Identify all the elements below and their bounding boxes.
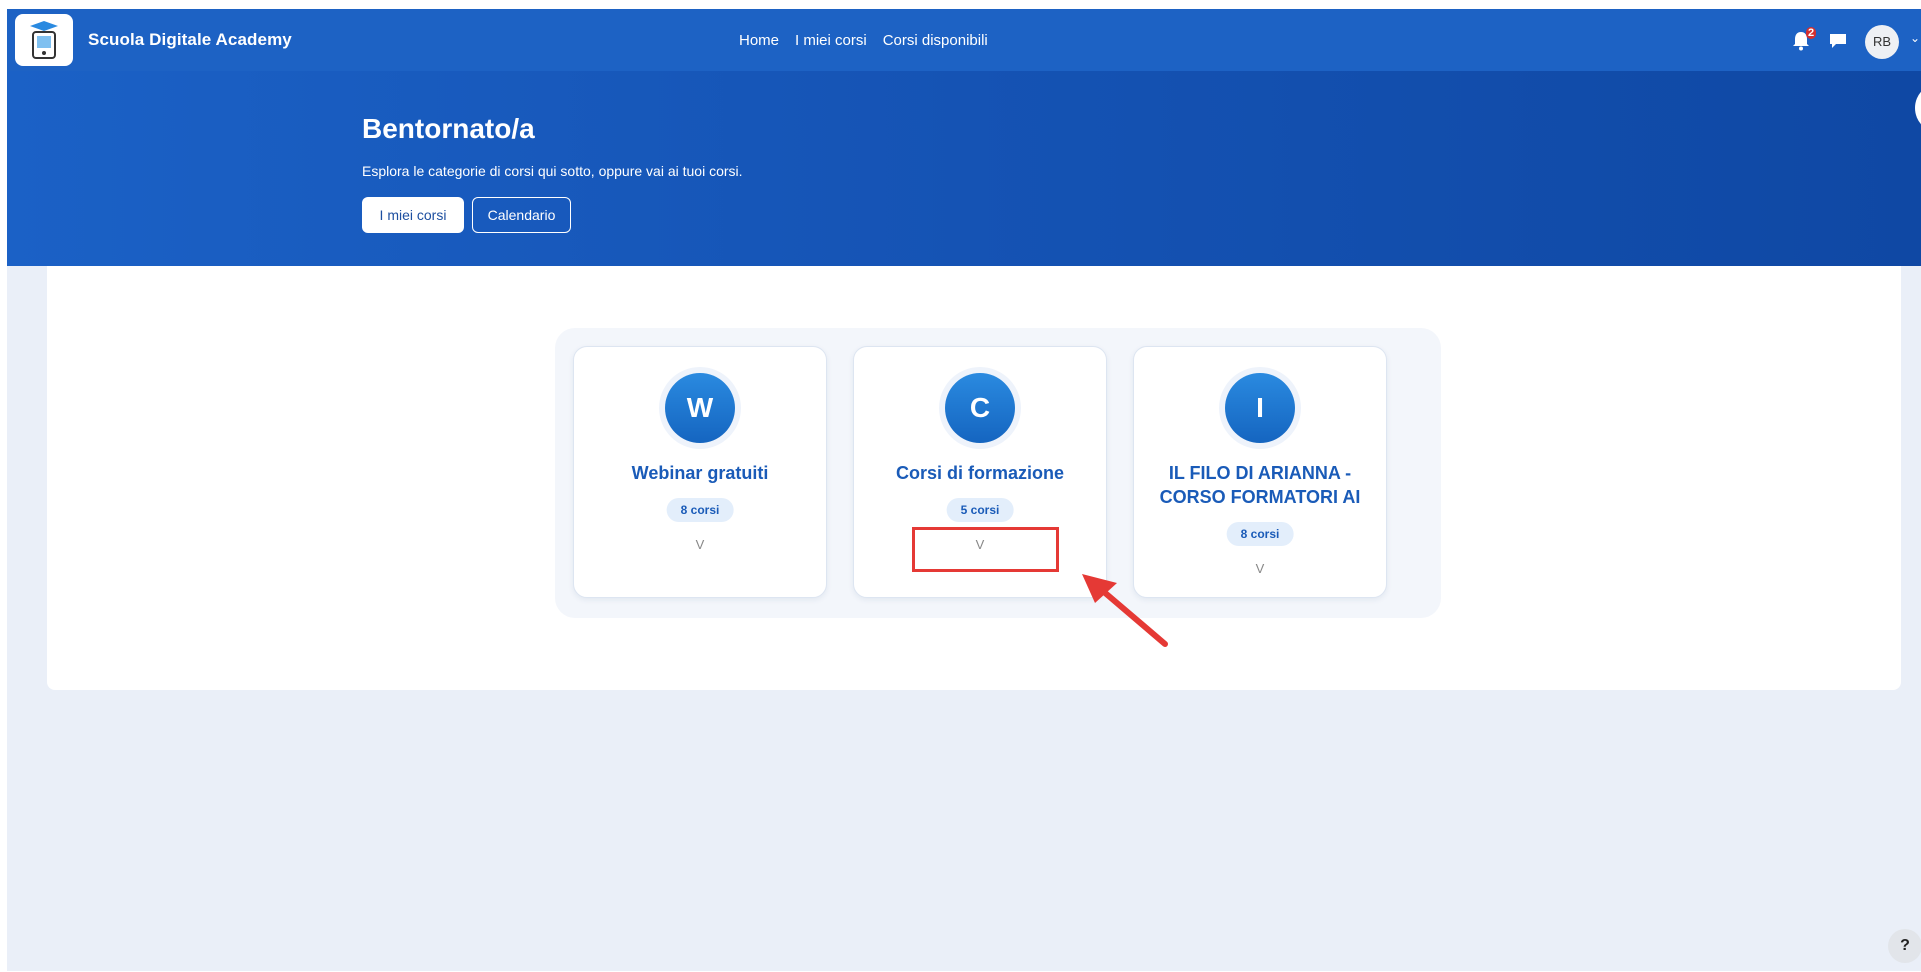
hero-subtitle: Esplora le categorie di corsi qui sotto,…	[362, 163, 743, 179]
my-courses-button[interactable]: I miei corsi	[362, 197, 464, 233]
chevron-down-icon[interactable]: ⌄	[1910, 31, 1920, 45]
course-count-badge: 8 corsi	[666, 498, 734, 522]
annotation-highlight-box	[912, 527, 1059, 572]
top-navbar: Scuola Digitale Academy Home I miei cors…	[7, 9, 1921, 72]
expand-toggle[interactable]: V	[1256, 561, 1265, 576]
nav-my-courses[interactable]: I miei corsi	[795, 32, 867, 49]
category-title[interactable]: Corsi di formazione	[864, 461, 1096, 485]
nav-home[interactable]: Home	[739, 32, 779, 49]
course-count-badge: 8 corsi	[1226, 522, 1294, 546]
notification-badge: 2	[1806, 27, 1817, 39]
hero-banner: Bentornato/a Esplora le categorie di cor…	[7, 71, 1921, 266]
category-card-webinar[interactable]: W Webinar gratuiti 8 corsi V	[573, 346, 827, 598]
user-avatar[interactable]: RB	[1865, 25, 1899, 59]
help-button[interactable]: ?	[1888, 929, 1921, 963]
category-initial: W	[665, 373, 735, 443]
calendar-button[interactable]: Calendario	[472, 197, 571, 233]
category-card-filo-arianna[interactable]: I IL FILO DI ARIANNA - CORSO FORMATORI A…	[1133, 346, 1387, 598]
page-frame: Scuola Digitale Academy Home I miei cors…	[7, 9, 1921, 971]
chat-icon[interactable]	[1829, 32, 1847, 50]
category-title[interactable]: Webinar gratuiti	[584, 461, 816, 485]
category-title[interactable]: IL FILO DI ARIANNA - CORSO FORMATORI AI	[1144, 461, 1376, 509]
category-initial: I	[1225, 373, 1295, 443]
logo-icon	[30, 21, 58, 59]
category-initial: C	[945, 373, 1015, 443]
annotation-arrow-icon	[1082, 574, 1168, 647]
nav-available-courses[interactable]: Corsi disponibili	[883, 32, 988, 49]
main-content: W Webinar gratuiti 8 corsi V C Corsi di …	[47, 266, 1901, 690]
drawer-toggle-button[interactable]	[1915, 83, 1921, 133]
expand-toggle[interactable]: V	[696, 537, 705, 552]
page-title: Bentornato/a	[362, 113, 535, 144]
main-nav: Home I miei corsi Corsi disponibili	[739, 32, 988, 49]
course-count-badge: 5 corsi	[946, 498, 1014, 522]
brand-name[interactable]: Scuola Digitale Academy	[88, 30, 292, 50]
site-logo[interactable]	[15, 14, 73, 66]
